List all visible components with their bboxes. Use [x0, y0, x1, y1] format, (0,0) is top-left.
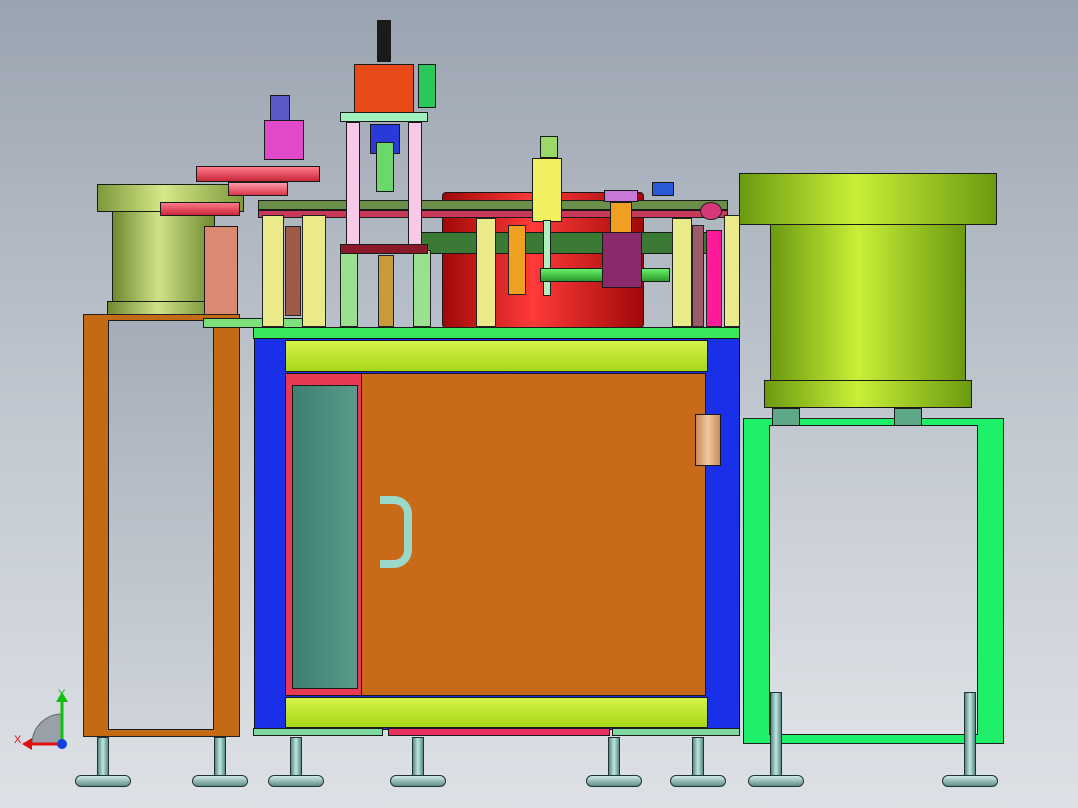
cabinet-bottom-rail — [285, 697, 708, 728]
cabinet-door[interactable] — [361, 373, 706, 696]
column-l — [724, 215, 740, 327]
press-cylinder-block — [354, 64, 414, 114]
column-c — [302, 215, 326, 327]
right-stand-pad-left — [772, 408, 800, 426]
gripper-body — [602, 232, 642, 288]
left-press-head — [270, 95, 290, 123]
press-punch — [376, 142, 394, 192]
left-press-body — [264, 120, 304, 160]
column-g — [476, 218, 496, 327]
column-d — [340, 250, 358, 327]
gripper-top — [604, 190, 638, 202]
press-motor — [377, 20, 391, 62]
conveyor-rail-lower — [258, 210, 728, 218]
left-feeder-bracket — [204, 226, 238, 316]
middle-unit-top — [540, 136, 558, 158]
column-k — [706, 230, 722, 327]
column-i — [672, 218, 692, 327]
right-stand-pad-right — [894, 408, 922, 426]
column-b — [285, 226, 301, 316]
left-feeder-bowl-body — [112, 211, 215, 303]
left-cylinder-upper[interactable] — [196, 166, 320, 182]
column-e — [378, 255, 394, 327]
press-head-plate — [340, 112, 428, 122]
press-base — [340, 244, 428, 254]
right-feeder-bowl-body — [770, 224, 966, 382]
inner-panel — [292, 385, 358, 689]
door-hinge — [695, 414, 721, 466]
right-feeder-bowl-top — [739, 173, 997, 225]
cad-viewport[interactable]: X Y — [0, 0, 1078, 808]
axis-y-label: Y — [58, 688, 66, 700]
column-h — [508, 225, 526, 295]
middle-unit-body — [532, 158, 562, 222]
left-cylinder-end — [228, 182, 288, 196]
right-valve[interactable] — [652, 182, 674, 196]
cabinet-skirt-right — [612, 728, 740, 736]
axis-x-label: X — [14, 734, 22, 746]
conveyor-rail — [258, 200, 728, 210]
left-stand-opening — [108, 320, 214, 730]
gripper-block — [610, 202, 632, 234]
axis-triad — [12, 686, 82, 752]
right-stand-opening — [769, 425, 978, 735]
column-f — [413, 250, 431, 327]
press-frame-right — [408, 122, 422, 250]
cabinet-skirt-left — [253, 728, 383, 736]
left-cylinder-lower[interactable] — [160, 202, 240, 216]
right-feeder-base — [764, 380, 972, 408]
cabinet-top-rail — [285, 340, 708, 372]
middle-unit-rod — [543, 220, 551, 296]
door-handle[interactable] — [380, 496, 412, 568]
column-j — [692, 225, 704, 327]
left-feeder-base — [107, 301, 219, 315]
cabinet-skirt-mid — [388, 728, 610, 736]
press-frame-left — [346, 122, 360, 250]
column-a — [262, 215, 284, 327]
right-gear-icon — [700, 202, 722, 220]
green-valve-icon[interactable] — [418, 64, 436, 108]
